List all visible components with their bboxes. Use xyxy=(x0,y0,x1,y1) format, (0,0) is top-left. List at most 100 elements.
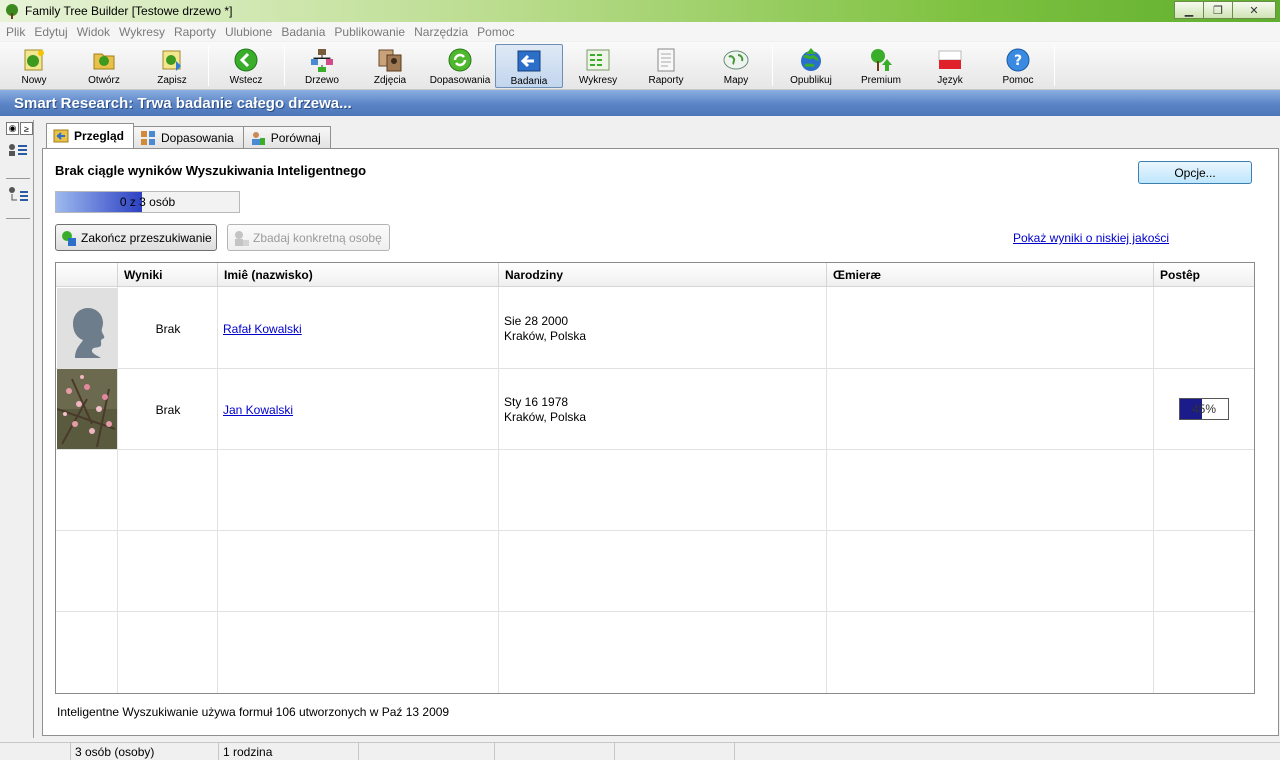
formula-info-text: Inteligentne Wyszukiwanie używa formuł 1… xyxy=(57,705,450,719)
save-icon xyxy=(162,50,181,71)
window-title: Family Tree Builder [Testowe drzewo *] xyxy=(25,4,233,18)
language-button[interactable]: Język xyxy=(924,44,976,88)
menu-bar: Plik Edytuj Widok Wykresy Raporty Ulubio… xyxy=(0,22,1280,41)
menu-pomoc[interactable]: Pomoc xyxy=(473,25,518,39)
status-cell-3 xyxy=(358,743,494,760)
person-silhouette-photo xyxy=(57,288,117,368)
tab-matches[interactable]: Dopasowania xyxy=(133,126,244,148)
menu-raporty[interactable]: Raporty xyxy=(170,25,220,39)
person-name-link[interactable]: Jan Kowalski xyxy=(223,403,293,417)
stop-search-icon xyxy=(62,230,76,246)
status-cell-4 xyxy=(494,743,614,760)
row-results: Brak xyxy=(155,403,181,417)
research-person-icon xyxy=(235,230,249,246)
header-birth[interactable]: Narodziny xyxy=(499,263,827,287)
new-file-icon xyxy=(24,49,44,71)
panel-pin-button[interactable]: ◉ xyxy=(6,122,19,135)
status-cell-5 xyxy=(614,743,734,760)
research-person-button[interactable]: Zbadaj konkretną osobę xyxy=(227,224,390,251)
back-label: Wstecz xyxy=(229,75,263,86)
photos-button[interactable]: Zdjęcia xyxy=(364,44,416,88)
birth-date: Sie 28 2000 xyxy=(504,314,569,328)
research-button[interactable]: Badania xyxy=(495,44,563,88)
smart-research-banner: Smart Research: Trwa badanie całego drze… xyxy=(0,90,1280,116)
close-button[interactable]: ✕ xyxy=(1232,1,1276,19)
svg-text:?: ? xyxy=(1014,53,1022,69)
publish-label: Opublikuj xyxy=(790,75,832,86)
tab-compare[interactable]: Porównaj xyxy=(242,126,331,148)
research-arrow-icon xyxy=(517,50,541,72)
row-progress-text: 45% xyxy=(1191,402,1217,416)
menu-ulubione[interactable]: Ulubione xyxy=(221,25,276,39)
options-button[interactable]: Opcje... xyxy=(1138,161,1252,184)
premium-label: Premium xyxy=(860,75,901,86)
language-label: Język xyxy=(937,75,963,86)
charts-button[interactable]: Wykresy xyxy=(572,44,624,88)
tab-compare-label: Porównaj xyxy=(270,130,321,145)
new-button[interactable]: Nowy xyxy=(10,44,58,88)
birth-place: Kraków, Polska xyxy=(504,410,587,424)
compare-icon xyxy=(251,131,265,145)
open-folder-icon xyxy=(93,53,115,70)
new-label: Nowy xyxy=(21,75,47,86)
polish-flag-icon xyxy=(938,50,962,69)
save-button[interactable]: Zapisz xyxy=(146,44,198,88)
stop-search-label: Zakończ przeszukiwanie xyxy=(81,230,212,245)
save-label: Zapisz xyxy=(157,75,187,86)
left-side-panel: ◉ ≥ xyxy=(4,120,34,738)
maps-button[interactable]: Mapy xyxy=(710,44,762,88)
header-progress[interactable]: Postêp xyxy=(1154,263,1254,287)
reports-icon xyxy=(657,48,675,72)
globe-icon xyxy=(801,48,821,71)
charts-label: Wykresy xyxy=(578,75,618,86)
menu-widok[interactable]: Widok xyxy=(73,25,114,39)
tree-chart-icon xyxy=(311,49,333,72)
tab-matches-label: Dopasowania xyxy=(161,130,234,145)
status-persons: 3 osób (osoby) xyxy=(70,743,218,760)
menu-edytuj[interactable]: Edytuj xyxy=(30,25,71,39)
status-heading: Brak ciągle wyników Wyszukiwania Intelig… xyxy=(55,163,367,178)
restore-button[interactable]: ❐ xyxy=(1203,1,1233,19)
help-button[interactable]: ? Pomoc xyxy=(992,44,1044,88)
back-button[interactable]: Wstecz xyxy=(220,44,272,88)
menu-plik[interactable]: Plik xyxy=(2,25,29,39)
matches-tab-icon xyxy=(141,130,156,145)
tab-overview[interactable]: Przegląd xyxy=(46,123,135,148)
menu-badania[interactable]: Badania xyxy=(277,25,329,39)
show-low-quality-link[interactable]: Pokaż wyniki o niskiej jakości xyxy=(1013,231,1169,245)
header-name[interactable]: Imiê (nazwisko) xyxy=(218,263,499,287)
back-arrow-icon xyxy=(234,48,258,72)
menu-wykresy[interactable]: Wykresy xyxy=(115,25,169,39)
status-cell-6 xyxy=(734,743,1280,760)
birth-date: Sty 16 1978 xyxy=(504,395,569,409)
family-list-icon[interactable] xyxy=(7,186,29,204)
birth-place: Kraków, Polska xyxy=(504,329,587,343)
results-table: Wyniki Imiê (nazwisko) Narodziny Œmieræ … xyxy=(55,262,1255,694)
person-name-link[interactable]: Rafał Kowalski xyxy=(223,322,302,336)
map-icon xyxy=(723,50,749,70)
person-list-icon[interactable] xyxy=(7,142,29,160)
premium-button[interactable]: Premium xyxy=(854,44,908,88)
menu-narzedzia[interactable]: Narzędzia xyxy=(410,25,472,39)
stop-search-button[interactable]: Zakończ przeszukiwanie xyxy=(55,224,217,251)
help-icon: ? xyxy=(1006,48,1030,72)
reports-button[interactable]: Raporty xyxy=(640,44,692,88)
matches-button[interactable]: Dopasowania xyxy=(428,44,492,88)
open-button[interactable]: Otwórz xyxy=(78,44,130,88)
banner-title: Smart Research: Trwa badanie całego drze… xyxy=(14,94,352,112)
photos-icon xyxy=(378,49,402,72)
row-progress-bar: 45% xyxy=(1179,398,1229,420)
search-progress-bar: 0 z 3 osób xyxy=(55,191,240,213)
help-label: Pomoc xyxy=(1002,75,1034,86)
person-blossom-photo xyxy=(57,369,117,449)
menu-publikowanie[interactable]: Publikowanie xyxy=(330,25,409,39)
status-families: 1 rodzina xyxy=(218,743,358,760)
panel-expand-button[interactable]: ≥ xyxy=(20,122,33,135)
publish-button[interactable]: Opublikuj xyxy=(784,44,838,88)
header-death[interactable]: Œmieræ xyxy=(827,263,1154,287)
header-results[interactable]: Wyniki xyxy=(118,263,218,287)
overview-icon xyxy=(53,129,69,143)
app-tree-icon xyxy=(6,4,18,19)
minimize-button[interactable]: ▁ xyxy=(1174,1,1204,19)
tree-button[interactable]: Drzewo xyxy=(296,44,348,88)
